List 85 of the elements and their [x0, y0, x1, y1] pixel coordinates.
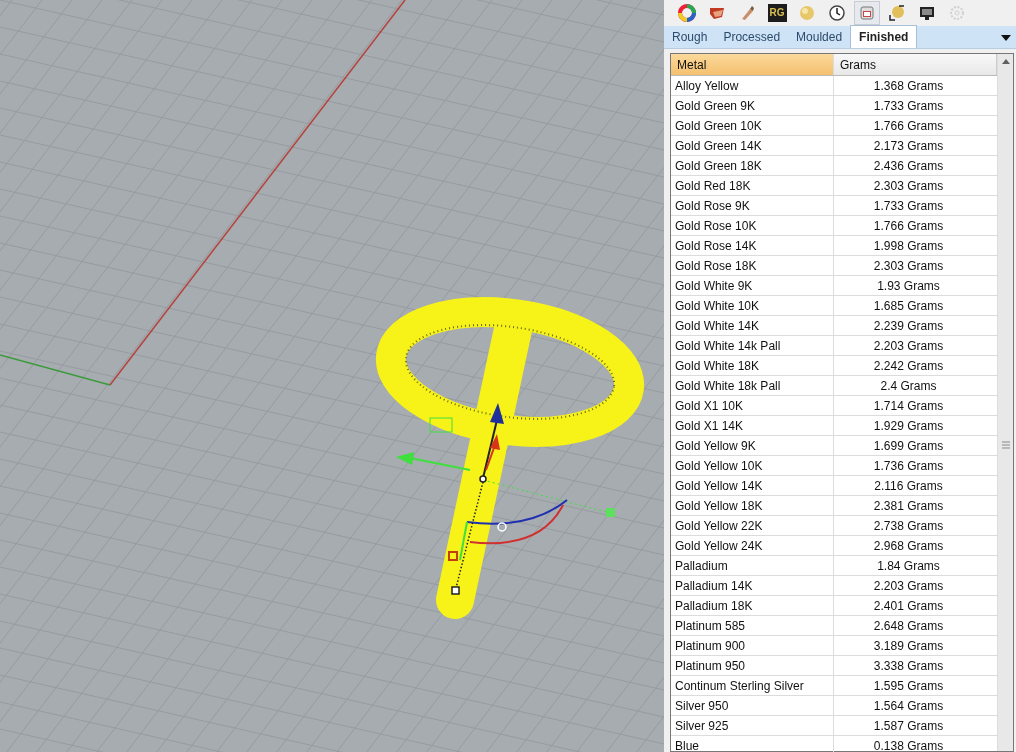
table-cell: Gold Rose 9K — [671, 196, 834, 215]
ring-box-button[interactable] — [854, 1, 880, 25]
table-cell-text: 1.736 Grams — [872, 457, 945, 475]
table-cell: Gold Rose 10K — [671, 216, 834, 235]
column-header[interactable]: Grams — [834, 54, 997, 75]
table-cell: Gold X1 14K — [671, 416, 834, 435]
table-cell: Palladium 14K — [671, 576, 834, 595]
table-cell: Gold White 14K — [671, 316, 834, 335]
table-cell-text: 2.173 Grams — [872, 137, 945, 155]
table-cell-text: 2.303 Grams — [872, 177, 945, 195]
table-cell-text: 3.338 Grams — [872, 657, 945, 675]
tab[interactable]: Finished — [850, 25, 918, 48]
clock-icon — [828, 4, 846, 22]
gizmo-drawing[interactable] — [396, 403, 615, 595]
table-cell-text: 1.595 Grams — [872, 677, 945, 695]
table-cell-text: 2.203 Grams — [872, 337, 945, 355]
table-cell-text: 2.4 Grams — [879, 377, 938, 395]
ring-box-icon — [858, 4, 876, 22]
table-cell: Platinum 950 — [671, 656, 834, 675]
table-cell-text: 2.381 Grams — [872, 497, 945, 515]
table-cell: Platinum 585 — [671, 616, 834, 635]
table-cell: Palladium 18K — [671, 596, 834, 615]
table-cell-text: 1.699 Grams — [872, 437, 945, 455]
table-cell: Gold White 14k Pall — [671, 336, 834, 355]
scrollbar[interactable] — [997, 54, 1013, 751]
table-cell: Gold Green 9K — [671, 96, 834, 115]
table-cell: Gold White 9K — [671, 276, 834, 295]
table-cell-text: 1.685 Grams — [872, 297, 945, 315]
table-cell: Gold Yellow 9K — [671, 436, 834, 455]
tab[interactable]: Processed — [715, 27, 789, 48]
table-cell: Palladium — [671, 556, 834, 575]
table-cell: Continum Sterling Silver — [671, 676, 834, 695]
table-cell: Platinum 900 — [671, 636, 834, 655]
table-cell-text: 1.929 Grams — [872, 417, 945, 435]
table-cell: Gold Green 10K — [671, 116, 834, 135]
table-cell-text: 2.436 Grams — [872, 157, 945, 175]
table-cell: Silver 925 — [671, 716, 834, 735]
table-cell-text: 1.587 Grams — [872, 717, 945, 735]
caret-icon — [1001, 34, 1011, 41]
table-cell: Gold Yellow 10K — [671, 456, 834, 475]
table-cell-text: 1.368 Grams — [872, 77, 945, 95]
monitor-icon — [918, 4, 936, 22]
table-cell-text: 2.648 Grams — [872, 617, 945, 635]
table-cell: Gold X1 10K — [671, 396, 834, 415]
table-cell-text: 0.138 Grams — [872, 737, 945, 752]
gear-icon — [948, 4, 966, 22]
table-cell: Gold White 18K — [671, 356, 834, 375]
tab[interactable]: Rough — [664, 27, 716, 48]
table-cell: Gold Yellow 18K — [671, 496, 834, 515]
tab[interactable]: Moulded — [788, 27, 851, 48]
ball-frame-icon — [888, 4, 906, 22]
table-cell-text: 1.733 Grams — [872, 197, 945, 215]
table-cell-text: 1.766 Grams — [872, 117, 945, 135]
table-cell-text: 2.242 Grams — [872, 357, 945, 375]
table-cell-text: 2.116 Grams — [873, 477, 944, 495]
table-cell: Gold White 10K — [671, 296, 834, 315]
table-cell-text: 2.738 Grams — [872, 517, 945, 535]
table-cell: Gold Red 18K — [671, 176, 834, 195]
table-cell-text: 2.401 Grams — [872, 597, 945, 615]
table-cell: Gold Rose 14K — [671, 236, 834, 255]
table-cell-text: 2.239 Grams — [872, 317, 945, 335]
table-cell-text: 1.564 Grams — [872, 697, 945, 715]
ball-icon — [798, 4, 816, 22]
column-header[interactable]: Metal — [671, 54, 834, 75]
table-cell: Blue — [671, 736, 834, 752]
table-cell-text: 2.303 Grams — [872, 257, 945, 275]
table-cell: Gold White 18k Pall — [671, 376, 834, 395]
table-cell-text: 1.84 Grams — [876, 557, 941, 575]
table-cell: Gold Rose 18K — [671, 256, 834, 275]
table-cell-text: 1.766 Grams — [872, 217, 945, 235]
table-cell-text: 1.714 Grams — [872, 397, 945, 415]
table-cell-text: 2.203 Grams — [872, 577, 945, 595]
table-cell: Gold Yellow 24K — [671, 536, 834, 555]
table-cell-text: 1.733 Grams — [872, 97, 945, 115]
table-cell-text: 1.93 Grams — [876, 277, 941, 295]
table-cell-text: 2.968 Grams — [872, 537, 945, 555]
table-cell: Gold Green 14K — [671, 136, 834, 155]
table-cell: Silver 950 — [671, 696, 834, 715]
table-cell: Gold Green 18K — [671, 156, 834, 175]
table-cell-text: 3.189 Grams — [872, 637, 945, 655]
color-wheel-icon — [678, 4, 696, 22]
table-cell-text: 1.998 Grams — [872, 237, 945, 255]
table-cell: Gold Yellow 22K — [671, 516, 834, 535]
table-cell: Gold Yellow 14K — [671, 476, 834, 495]
table-cell: Alloy Yellow — [671, 76, 834, 95]
